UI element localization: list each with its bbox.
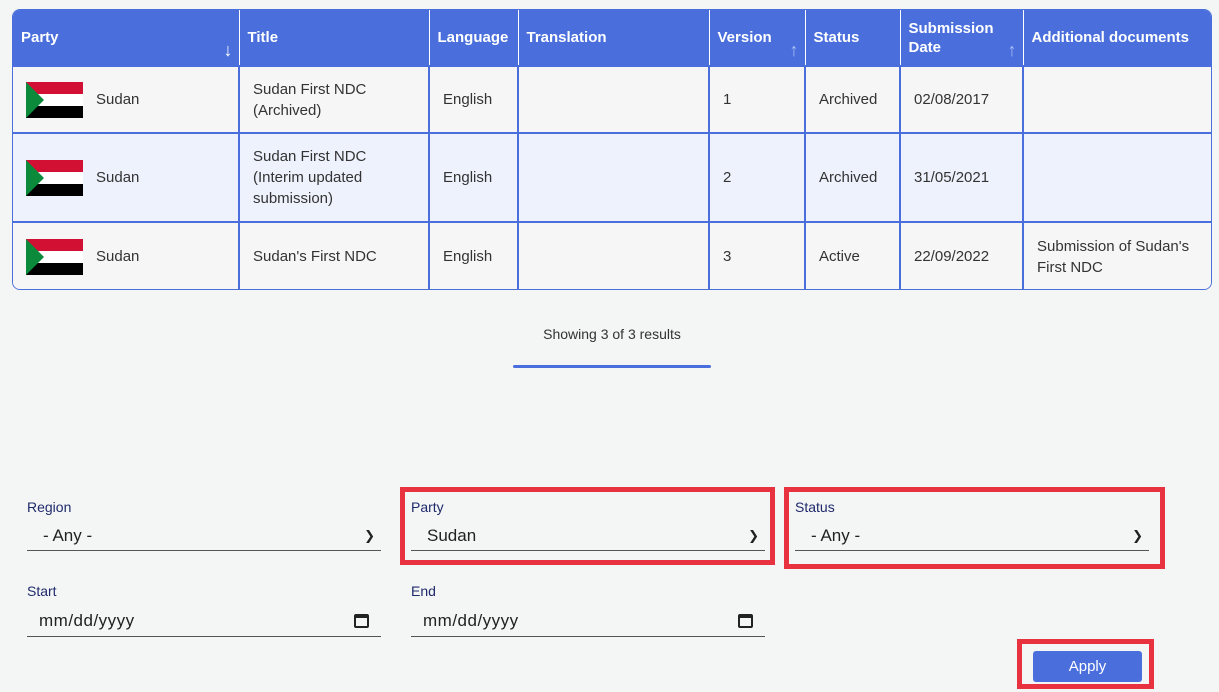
end-date-input[interactable]: mm/dd/yyyy — [411, 605, 765, 637]
chevron-down-icon: ❯ — [748, 527, 759, 543]
start-date-filter: Start mm/dd/yyyy — [27, 583, 381, 637]
language-cell: English — [429, 132, 519, 222]
column-header-version[interactable]: Version ↑ — [709, 10, 806, 66]
sort-descending-icon[interactable]: ↓ — [224, 41, 233, 59]
language-cell: English — [429, 65, 519, 133]
status-cell: Active — [805, 221, 901, 289]
party-label: Party — [411, 499, 444, 515]
region-filter: Region - Any - ❯ — [27, 499, 381, 551]
translation-cell — [518, 221, 710, 289]
party-select-value: Sudan — [427, 525, 477, 545]
column-header-additional-documents[interactable]: Additional documents — [1023, 10, 1211, 66]
table-row: Sudan Sudan First NDC (Archived) English… — [13, 65, 1211, 133]
column-header-title[interactable]: Title — [239, 10, 430, 66]
results-underline — [513, 365, 711, 368]
region-label: Region — [27, 499, 72, 515]
column-header-translation[interactable]: Translation — [518, 10, 710, 66]
version-cell: 2 — [709, 132, 806, 222]
table-row: Sudan Sudan's First NDC English 3 Active… — [13, 221, 1211, 289]
submission-date-cell: 22/09/2022 — [900, 221, 1024, 289]
column-header-status[interactable]: Status — [805, 10, 901, 66]
start-date-value: mm/dd/yyyy — [39, 610, 135, 630]
version-cell: 1 — [709, 65, 806, 133]
column-header-party[interactable]: Party ↓ — [13, 10, 240, 66]
title-cell: Sudan First NDC (Archived) — [239, 65, 430, 133]
column-header-language[interactable]: Language — [429, 10, 519, 66]
status-filter: Status - Any - ❯ — [795, 499, 1149, 551]
additional-documents-cell — [1023, 132, 1211, 222]
table-row: Sudan Sudan First NDC (Interim updated s… — [13, 132, 1211, 222]
party-name: Sudan — [96, 248, 140, 265]
additional-documents-cell — [1023, 65, 1211, 133]
calendar-icon[interactable] — [354, 613, 369, 628]
region-select-value: - Any - — [43, 525, 93, 545]
end-label: End — [411, 583, 436, 599]
party-cell: Sudan — [13, 132, 240, 222]
sudan-flag-icon — [26, 238, 83, 275]
end-date-value: mm/dd/yyyy — [423, 610, 519, 630]
party-cell: Sudan — [13, 221, 240, 289]
column-header-submission-date[interactable]: Submission Date ↑ — [900, 10, 1024, 66]
additional-documents-cell[interactable]: Submission of Sudan's First NDC — [1023, 221, 1211, 289]
submission-date-cell: 31/05/2021 — [900, 132, 1024, 222]
party-cell: Sudan — [13, 65, 240, 133]
status-cell: Archived — [805, 65, 901, 133]
region-select[interactable]: - Any - ❯ — [27, 521, 381, 551]
party-select[interactable]: Sudan ❯ — [411, 521, 765, 551]
status-select[interactable]: - Any - ❯ — [795, 521, 1149, 551]
party-filter: Party Sudan ❯ — [411, 499, 765, 551]
status-label: Status — [795, 499, 835, 515]
language-cell: English — [429, 221, 519, 289]
party-name: Sudan — [96, 169, 140, 186]
results-count: Showing 3 of 3 results — [543, 326, 681, 342]
translation-cell — [518, 132, 710, 222]
chevron-down-icon: ❯ — [364, 527, 375, 543]
sudan-flag-icon — [26, 159, 83, 196]
start-date-input[interactable]: mm/dd/yyyy — [27, 605, 381, 637]
apply-button[interactable]: Apply — [1033, 651, 1142, 682]
title-cell[interactable]: Sudan's First NDC — [239, 221, 430, 289]
sort-ascending-icon[interactable]: ↑ — [790, 41, 799, 59]
end-date-filter: End mm/dd/yyyy — [411, 583, 765, 637]
party-name: Sudan — [96, 91, 140, 108]
calendar-icon[interactable] — [738, 613, 753, 628]
translation-cell — [518, 65, 710, 133]
version-cell: 3 — [709, 221, 806, 289]
status-cell: Archived — [805, 132, 901, 222]
start-label: Start — [27, 583, 57, 599]
status-select-value: - Any - — [811, 525, 861, 545]
results-table: Party ↓ Title Language Translation Versi… — [12, 9, 1212, 290]
sudan-flag-icon — [26, 81, 83, 118]
table-header-row: Party ↓ Title Language Translation Versi… — [13, 10, 1211, 66]
title-cell: Sudan First NDC (Interim updated submiss… — [239, 132, 430, 222]
chevron-down-icon: ❯ — [1132, 527, 1143, 543]
submission-date-cell: 02/08/2017 — [900, 65, 1024, 133]
sort-ascending-icon[interactable]: ↑ — [1008, 41, 1017, 59]
